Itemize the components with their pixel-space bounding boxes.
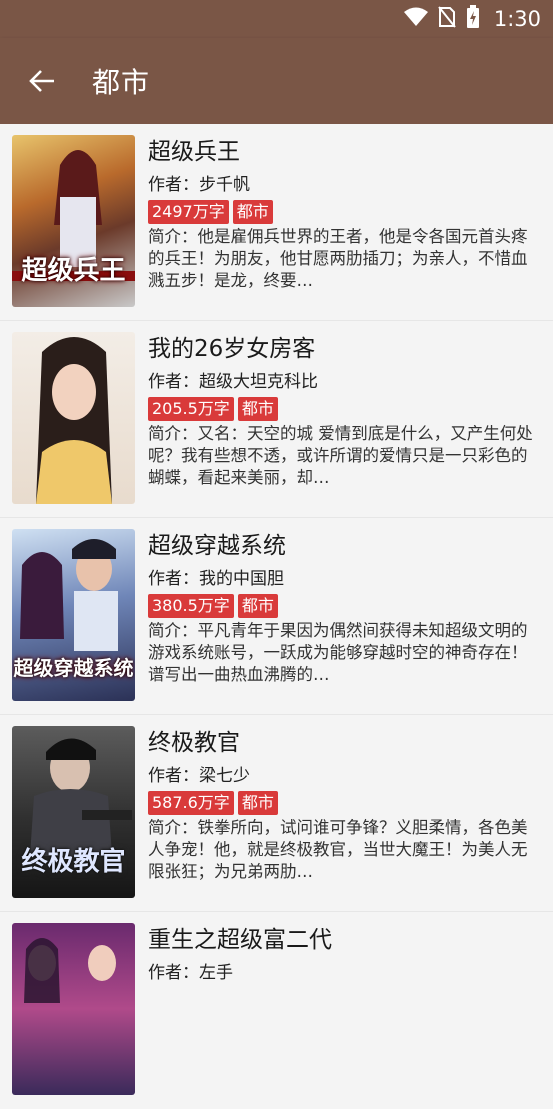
book-list: 超级兵王 超级兵王 作者：步千帆 2497万字 都市 简介：他是雇佣兵世界的王者…	[0, 124, 553, 1109]
book-intro: 简介：又名：天空的城 爱情到底是什么，又产生何处呢？我有些想不透，或许所谓的爱情…	[148, 424, 533, 487]
status-bar: 1:30	[0, 0, 553, 38]
wifi-icon	[403, 7, 428, 31]
category-badge: 都市	[237, 594, 278, 618]
book-title: 超级兵王	[148, 139, 240, 165]
word-count-badge: 587.6万字	[148, 791, 234, 815]
book-list-item[interactable]: 重生之超级富二代 作者：左手	[0, 912, 553, 1109]
back-arrow-icon[interactable]	[24, 63, 60, 99]
cover-title: 终极教官	[21, 847, 126, 877]
book-cover	[12, 332, 135, 504]
book-intro: 简介：平凡青年于果因为偶然间获得未知超级文明的游戏系统账号，一跃成为能够穿越时空…	[148, 621, 528, 684]
cover-title: 超级兵王	[21, 256, 126, 286]
book-list-item[interactable]: 超级兵王 超级兵王 作者：步千帆 2497万字 都市 简介：他是雇佣兵世界的王者…	[0, 124, 553, 321]
book-intro: 简介：铁拳所向，试问谁可争锋？义胆柔情，各色美人争宠！他，就是终极教官，当世大魔…	[148, 818, 528, 881]
book-author: 作者：左手	[148, 963, 233, 983]
cover-title: 超级穿越系统	[13, 656, 134, 680]
book-cover: 超级兵王	[12, 135, 135, 307]
category-badge: 都市	[232, 200, 273, 224]
book-title: 我的26岁女房客	[148, 336, 316, 362]
book-title: 终极教官	[148, 730, 240, 756]
book-list-item[interactable]: 超级穿越系统 超级穿越系统 作者：我的中国胆 380.5万字 都市 简介：平凡青…	[0, 518, 553, 715]
book-intro: 简介：他是雇佣兵世界的王者，他是令各国元首头疼的兵王！为朋友，他甘愿两肋插刀；为…	[148, 227, 528, 290]
book-cover: 超级穿越系统	[12, 529, 135, 701]
book-author: 作者：超级大坦克科比	[148, 372, 318, 392]
word-count-badge: 380.5万字	[148, 594, 234, 618]
battery-charging-icon	[466, 5, 480, 33]
category-badge: 都市	[237, 397, 278, 421]
no-sim-icon	[438, 6, 456, 32]
book-title: 超级穿越系统	[148, 533, 286, 559]
book-cover: 终极教官	[12, 726, 135, 898]
category-badge: 都市	[237, 791, 278, 815]
page-title: 都市	[92, 66, 151, 99]
book-author: 作者：梁七少	[148, 766, 250, 786]
book-list-item[interactable]: 我的26岁女房客 作者：超级大坦克科比 205.5万字 都市 简介：又名：天空的…	[0, 321, 553, 518]
app-bar: 都市	[0, 38, 553, 124]
clock: 1:30	[493, 7, 541, 31]
word-count-badge: 2497万字	[148, 200, 229, 224]
book-cover	[12, 923, 135, 1095]
book-author: 作者：我的中国胆	[148, 569, 284, 589]
book-list-item[interactable]: 终极教官 终极教官 作者：梁七少 587.6万字 都市 简介：铁拳所向，试问谁可…	[0, 715, 553, 912]
book-author: 作者：步千帆	[148, 175, 250, 195]
book-title: 重生之超级富二代	[148, 927, 332, 953]
word-count-badge: 205.5万字	[148, 397, 234, 421]
